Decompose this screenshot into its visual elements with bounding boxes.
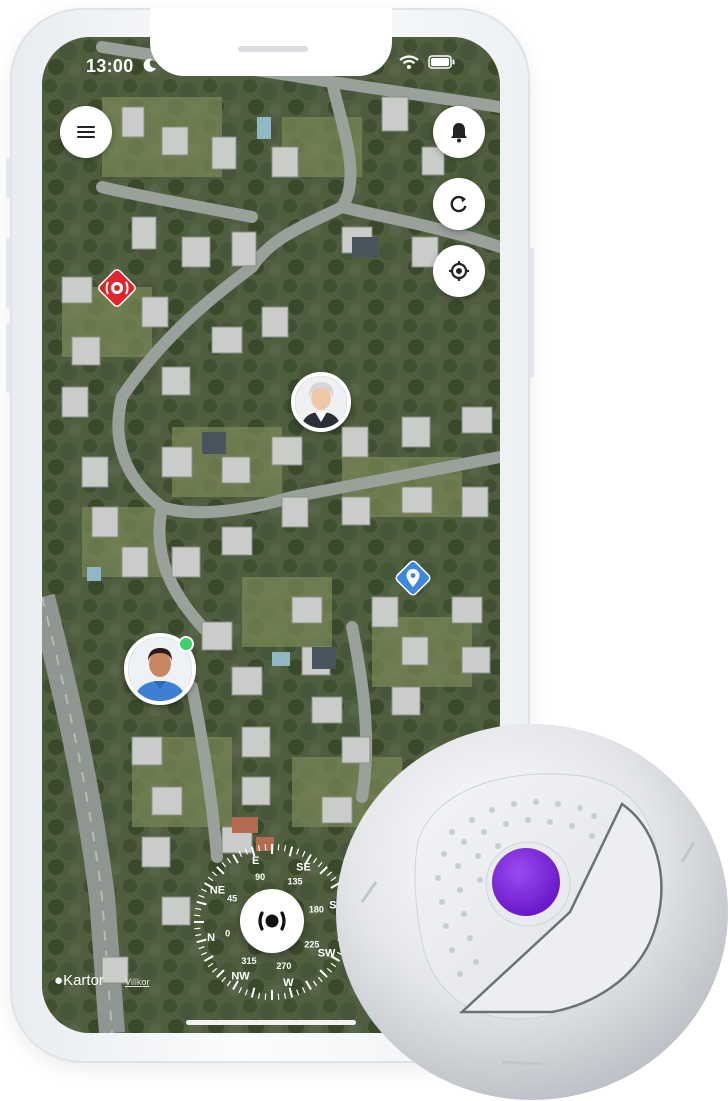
crosshair-icon (449, 261, 469, 281)
compass-tick (257, 992, 261, 999)
volume-up-button (6, 238, 11, 308)
compass-tick (312, 857, 318, 864)
moon-icon (143, 58, 156, 72)
speaker-grille (238, 46, 308, 52)
compass-tick (296, 848, 300, 855)
online-status-dot (178, 636, 194, 652)
elderly-person-avatar[interactable] (291, 372, 351, 432)
compass-deg-135: 135 (287, 877, 302, 887)
compass-tick (201, 888, 207, 893)
compass-tick (317, 861, 323, 868)
battery-icon (428, 55, 455, 69)
compass-w: W (283, 977, 294, 989)
compass-se: SE (296, 861, 311, 873)
compass-tick (196, 900, 207, 906)
compass-tick (198, 894, 205, 898)
compass-tick (198, 946, 205, 950)
apple-logo-icon: ● (54, 972, 64, 989)
compass-tick (207, 876, 214, 882)
alarm-marker[interactable] (96, 267, 138, 309)
compass-tick (196, 938, 207, 944)
compass-tick (257, 845, 261, 852)
volume-down-button (6, 323, 11, 393)
compass-tick (195, 933, 202, 937)
compass-tick (296, 989, 300, 996)
compass-tick (264, 993, 267, 1000)
compass-tick (277, 993, 280, 1000)
compass-tick (305, 980, 312, 991)
compass-tick (319, 866, 328, 875)
compass-tick (301, 851, 306, 857)
alarm-button-icon (258, 911, 286, 931)
center-location-button[interactable] (433, 245, 485, 297)
compass-ne: NE (210, 884, 225, 896)
compass-tick (221, 976, 227, 983)
location-marker[interactable] (392, 557, 434, 599)
compass-deg-0: 0 (225, 928, 230, 938)
compass-tick (244, 848, 248, 855)
compass-tick (226, 857, 232, 864)
alarm-device-image (336, 724, 728, 1100)
compass-tick (301, 987, 306, 993)
compass-deg-45: 45 (227, 893, 237, 903)
notifications-button[interactable] (433, 106, 485, 158)
map-attribution: ●Kartor (54, 972, 104, 989)
refresh-button[interactable] (433, 178, 485, 230)
bell-icon (451, 123, 467, 143)
compass-tick (195, 907, 202, 911)
compass-tick (201, 951, 207, 956)
compass-tick (203, 955, 214, 962)
refresh-icon (450, 195, 467, 213)
power-button (529, 248, 534, 378)
alarm-button[interactable] (240, 889, 304, 953)
notch (150, 8, 392, 76)
compass-tick (221, 861, 227, 868)
compass-tick (283, 845, 287, 852)
device-purple-button (492, 848, 560, 916)
home-indicator[interactable] (186, 1020, 356, 1025)
compass-tick (238, 987, 243, 993)
compass-tick (277, 844, 280, 851)
wifi-icon (399, 55, 419, 69)
compass-nw: NW (231, 970, 250, 982)
compass-tick (211, 871, 218, 877)
compass-tick (238, 851, 243, 857)
status-icons (398, 54, 456, 70)
compass-tick (194, 927, 201, 930)
compass-tick (232, 853, 239, 864)
compass-tick (216, 866, 225, 875)
compass-tick (216, 969, 225, 978)
menu-icon (77, 126, 95, 138)
compass-tick (226, 980, 232, 987)
compass-deg-270: 270 (276, 961, 291, 971)
compass-tick (283, 992, 287, 999)
compass-deg-180: 180 (309, 904, 324, 914)
mute-switch (6, 158, 11, 198)
compass-tick (317, 976, 323, 983)
terms-link[interactable]: Villkor (125, 977, 149, 987)
compass-tick (244, 989, 248, 996)
compass-tick (211, 967, 218, 973)
compass-deg-90: 90 (255, 872, 265, 882)
compass-e: E (252, 855, 259, 867)
compass-tick (319, 969, 328, 978)
compass-tick (288, 846, 294, 857)
status-time: 13:00 (86, 56, 134, 76)
compass-tick (250, 987, 256, 998)
compass-tick (264, 844, 267, 851)
compass-deg-315: 315 (241, 956, 256, 966)
menu-button[interactable] (60, 106, 112, 158)
compass-deg-225: 225 (304, 939, 319, 949)
compass-tick (312, 980, 318, 987)
compass-n: N (207, 932, 215, 944)
compass-tick (194, 914, 201, 917)
compass-tick (207, 962, 214, 968)
compass-tick (288, 987, 294, 998)
